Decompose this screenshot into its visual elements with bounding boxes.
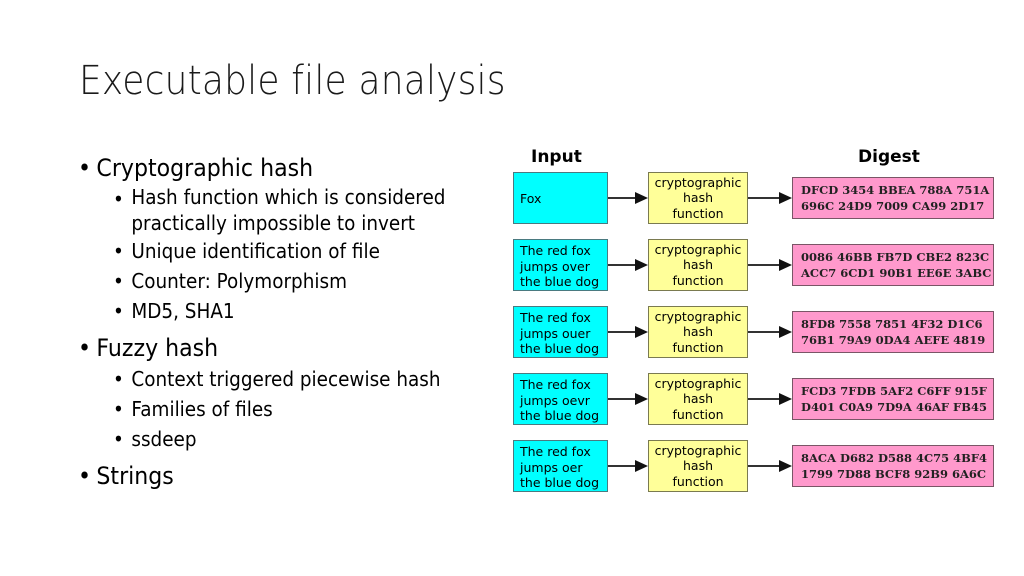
sub-bullet-text: Families of files bbox=[131, 397, 273, 421]
bullet-icon: • bbox=[78, 154, 92, 182]
input-text-line: jumps oevr bbox=[520, 392, 590, 408]
digest-text-line: FCD3 7FDB 5AF2 C6FF 915F bbox=[801, 384, 987, 398]
sub-bullet: • Families of files bbox=[78, 394, 474, 424]
sub-bullet-text: Counter: Polymorphism bbox=[131, 269, 348, 293]
arrow-icon bbox=[608, 259, 648, 271]
hash-function-box: cryptographic hash function bbox=[648, 172, 748, 224]
digest-box: FCD3 7FDB 5AF2 C6FF 915F D401 C0A9 7D9A 4… bbox=[792, 378, 994, 420]
sub-bullet-text: Hash function which is considered bbox=[131, 185, 446, 209]
digest-text-line: 76B1 79A9 0DA4 AEFE 4819 bbox=[801, 332, 986, 347]
slide-title: Executable file analysis bbox=[79, 58, 506, 104]
sub-bullet: • Hash function which is considered prac… bbox=[78, 184, 474, 236]
input-text-line: The red fox bbox=[520, 310, 591, 325]
sub-bullet-text: MD5, SHA1 bbox=[131, 299, 235, 323]
digest-text-line: 696C 24D9 7009 CA99 2D17 bbox=[801, 198, 985, 213]
function-text-line: function bbox=[672, 406, 724, 422]
input-text-line: The red fox bbox=[520, 377, 591, 392]
digest-text-line: 8ACA D682 D588 4C75 4BF4 bbox=[801, 451, 988, 465]
function-text-line: function bbox=[672, 205, 724, 221]
bullet-list: • Cryptographic hash • Hash function whi… bbox=[78, 152, 508, 492]
function-text-line: hash bbox=[682, 458, 714, 474]
input-box: The red fox jumps oevr the blue dog bbox=[513, 373, 608, 425]
arrow-icon bbox=[748, 259, 792, 271]
bullet-strings: • Strings bbox=[78, 460, 474, 492]
input-text-line: the blue dog bbox=[520, 475, 599, 490]
bullet-text: Strings bbox=[96, 462, 174, 490]
input-box: The red fox jumps oer the blue dog bbox=[513, 440, 608, 492]
input-text-line: Fox bbox=[520, 190, 542, 206]
function-text-line: cryptographic bbox=[654, 442, 742, 458]
digest-box: 8ACA D682 D588 4C75 4BF4 1799 7D88 BCF8 9… bbox=[792, 445, 994, 487]
arrow-icon bbox=[748, 460, 792, 472]
digest-box: 8FD8 7558 7851 4F32 D1C6 76B1 79A9 0DA4 A… bbox=[792, 311, 994, 353]
hash-function-box: cryptographic hash function bbox=[648, 373, 748, 425]
bullet-icon: • bbox=[78, 334, 92, 362]
input-box: Fox bbox=[513, 172, 608, 224]
function-text-line: hash bbox=[682, 391, 714, 407]
sub-bullet: • MD5, SHA1 bbox=[78, 296, 474, 326]
bullet-text: Cryptographic hash bbox=[96, 154, 314, 182]
arrow-icon bbox=[748, 326, 792, 338]
bullet-icon: • bbox=[112, 427, 124, 451]
input-text-line: jumps over bbox=[520, 258, 590, 274]
arrow-icon bbox=[608, 192, 648, 204]
sub-bullet-text: ssdeep bbox=[131, 427, 197, 451]
function-text-line: function bbox=[672, 272, 724, 288]
arrow-icon bbox=[608, 326, 648, 338]
digest-box: DFCD 3454 BBEA 788A 751A 696C 24D9 7009 C… bbox=[792, 177, 994, 219]
bullet-icon: • bbox=[112, 187, 124, 211]
bullet-icon: • bbox=[112, 269, 124, 293]
input-text-line: the blue dog bbox=[520, 274, 599, 289]
sub-bullet-text: Context triggered piecewise hash bbox=[131, 367, 441, 391]
function-text-line: hash bbox=[682, 190, 714, 206]
arrow-icon bbox=[608, 393, 648, 405]
input-text-line: jumps oer bbox=[520, 459, 583, 475]
hash-function-box: cryptographic hash function bbox=[648, 306, 748, 358]
function-text-line: hash bbox=[682, 257, 714, 273]
arrow-icon bbox=[748, 393, 792, 405]
digest-header: Digest bbox=[858, 147, 920, 167]
function-text-line: hash bbox=[682, 324, 714, 340]
digest-text-line: 1799 7D88 BCF8 92B9 6A6C bbox=[801, 466, 987, 481]
input-text-line: The red fox bbox=[520, 243, 591, 258]
input-box: The red fox jumps over the blue dog bbox=[513, 239, 608, 291]
digest-text-line: 0086 46BB FB7D CBE2 823C bbox=[801, 250, 990, 264]
sub-bullet: • Unique identification of file bbox=[78, 236, 474, 266]
bullet-cryptographic-hash: • Cryptographic hash bbox=[78, 152, 474, 184]
bullet-text: Fuzzy hash bbox=[96, 334, 219, 362]
digest-text-line: ACC7 6CD1 90B1 EE6E 3ABC bbox=[801, 265, 992, 280]
bullet-icon: • bbox=[112, 367, 124, 391]
digest-text-line: D401 C0A9 7D9A 46AF FB45 bbox=[801, 399, 987, 414]
input-text-line: The red fox bbox=[520, 444, 591, 459]
input-header: Input bbox=[531, 147, 582, 167]
function-text-line: cryptographic bbox=[654, 174, 742, 190]
function-text-line: cryptographic bbox=[654, 241, 742, 257]
input-text-line: the blue dog bbox=[520, 341, 599, 356]
arrow-icon bbox=[608, 460, 648, 472]
hash-function-box: cryptographic hash function bbox=[648, 440, 748, 492]
bullet-icon: • bbox=[112, 239, 124, 263]
function-text-line: function bbox=[672, 339, 724, 355]
bullet-icon: • bbox=[78, 462, 92, 490]
sub-bullet-text: Unique identification of file bbox=[131, 239, 380, 263]
hash-function-box: cryptographic hash function bbox=[648, 239, 748, 291]
function-text-line: cryptographic bbox=[654, 308, 742, 324]
bullet-fuzzy-hash: • Fuzzy hash bbox=[78, 332, 474, 364]
input-box: The red fox jumps ouer the blue dog bbox=[513, 306, 608, 358]
input-text-line: jumps ouer bbox=[520, 325, 591, 341]
digest-text-line: 8FD8 7558 7851 4F32 D1C6 bbox=[801, 317, 983, 331]
digest-box: 0086 46BB FB7D CBE2 823C ACC7 6CD1 90B1 E… bbox=[792, 244, 994, 286]
bullet-icon: • bbox=[112, 299, 124, 323]
function-text-line: function bbox=[672, 473, 724, 489]
sub-bullet-text-cont: practically impossible to invert bbox=[131, 211, 415, 235]
sub-bullet: • Context triggered piecewise hash bbox=[78, 364, 474, 394]
arrow-icon bbox=[748, 192, 792, 204]
input-text-line: the blue dog bbox=[520, 408, 599, 423]
sub-bullet: • ssdeep bbox=[78, 424, 474, 454]
bullet-icon: • bbox=[112, 397, 124, 421]
digest-text-line: DFCD 3454 BBEA 788A 751A bbox=[801, 183, 990, 197]
function-text-line: cryptographic bbox=[654, 375, 742, 391]
sub-bullet: • Counter: Polymorphism bbox=[78, 266, 474, 296]
